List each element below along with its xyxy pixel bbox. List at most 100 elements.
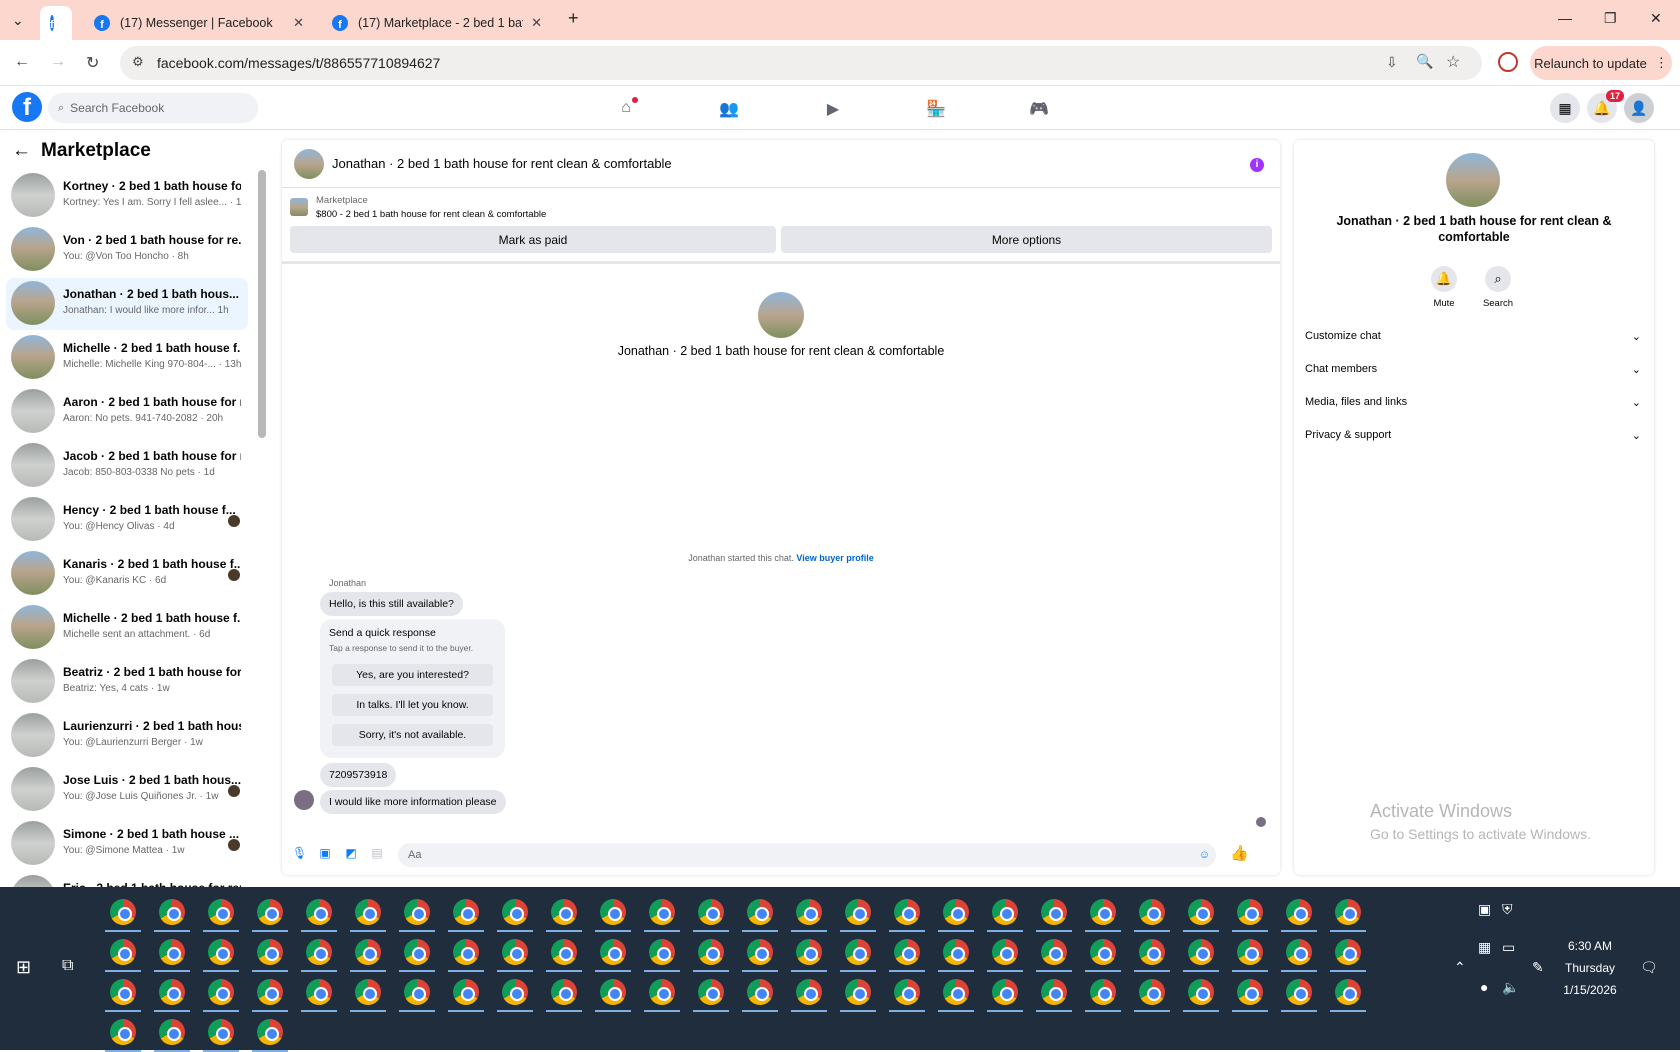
quick-response-option[interactable]: Sorry, it's not available. bbox=[332, 724, 493, 746]
window-close-icon[interactable]: ✕ bbox=[1650, 10, 1662, 27]
forward-icon[interactable]: → bbox=[50, 53, 66, 71]
chrome-taskbar-icon[interactable] bbox=[110, 979, 136, 1005]
chrome-taskbar-icon[interactable] bbox=[404, 939, 430, 965]
view-buyer-profile-link[interactable]: View buyer profile bbox=[796, 553, 873, 563]
tray-chevron-icon[interactable]: ⌃ bbox=[1454, 959, 1466, 976]
back-icon[interactable]: ← bbox=[14, 53, 30, 71]
conversation-item[interactable]: Beatriz · 2 bed 1 bath house for ... Beat… bbox=[6, 656, 248, 708]
chrome-taskbar-icon[interactable] bbox=[1335, 979, 1361, 1005]
conversation-item[interactable]: Michelle · 2 bed 1 bath house f... Michel… bbox=[6, 332, 248, 384]
chrome-taskbar-icon[interactable] bbox=[502, 939, 528, 965]
chrome-taskbar-icon[interactable] bbox=[894, 939, 920, 965]
chrome-taskbar-icon[interactable] bbox=[845, 979, 871, 1005]
site-info-icon[interactable]: ⚙ bbox=[132, 54, 144, 70]
chrome-taskbar-icon[interactable] bbox=[1090, 979, 1116, 1005]
chrome-taskbar-icon[interactable] bbox=[894, 899, 920, 925]
conversation-item[interactable]: Kortney · 2 bed 1 bath house fo... Kortne… bbox=[6, 170, 248, 222]
chrome-taskbar-icon[interactable] bbox=[110, 1019, 136, 1045]
clock-time[interactable]: 6:30 AM bbox=[1555, 939, 1625, 953]
conversation-item[interactable]: Kanaris · 2 bed 1 bath house f... You: @K… bbox=[6, 548, 248, 600]
home-icon[interactable]: ⌂ bbox=[616, 97, 638, 119]
chrome-taskbar-icon[interactable] bbox=[355, 979, 381, 1005]
install-icon[interactable]: ⇩ bbox=[1386, 54, 1398, 71]
chrome-taskbar-icon[interactable] bbox=[208, 1019, 234, 1045]
like-icon[interactable]: 👍 bbox=[1230, 844, 1249, 862]
tray-app-icon[interactable]: ▦ bbox=[1478, 939, 1491, 956]
chrome-taskbar-icon[interactable] bbox=[306, 939, 332, 965]
quick-response-option[interactable]: In talks. I'll let you know. bbox=[332, 694, 493, 716]
chrome-taskbar-icon[interactable] bbox=[1188, 939, 1214, 965]
photo-icon[interactable]: ▣ bbox=[318, 846, 332, 860]
chrome-taskbar-icon[interactable] bbox=[1335, 899, 1361, 925]
chrome-taskbar-icon[interactable] bbox=[355, 939, 381, 965]
chrome-taskbar-icon[interactable] bbox=[1041, 979, 1067, 1005]
friends-icon[interactable]: 👥 bbox=[719, 99, 739, 119]
chrome-taskbar-icon[interactable] bbox=[453, 899, 479, 925]
chrome-taskbar-icon[interactable] bbox=[992, 979, 1018, 1005]
account-avatar[interactable]: 👤 bbox=[1624, 93, 1654, 123]
customize-chat-section[interactable]: Customize chat ⌄ bbox=[1305, 330, 1641, 343]
chrome-taskbar-icon[interactable] bbox=[208, 899, 234, 925]
chrome-taskbar-icon[interactable] bbox=[796, 979, 822, 1005]
more-options-button[interactable]: More options bbox=[781, 226, 1272, 253]
chrome-taskbar-icon[interactable] bbox=[208, 939, 234, 965]
chrome-taskbar-icon[interactable] bbox=[453, 979, 479, 1005]
chrome-taskbar-icon[interactable] bbox=[1237, 979, 1263, 1005]
zoom-icon[interactable]: 🔍 bbox=[1416, 53, 1433, 70]
marketplace-icon[interactable]: 🏪 bbox=[926, 99, 946, 119]
chrome-taskbar-icon[interactable] bbox=[110, 899, 136, 925]
chrome-taskbar-icon[interactable] bbox=[159, 939, 185, 965]
chrome-taskbar-icon[interactable] bbox=[208, 979, 234, 1005]
privacy-support-section[interactable]: Privacy & support ⌄ bbox=[1305, 429, 1641, 442]
chrome-taskbar-icon[interactable] bbox=[159, 979, 185, 1005]
clock-day[interactable]: Thursday bbox=[1555, 961, 1625, 975]
chrome-taskbar-icon[interactable] bbox=[551, 899, 577, 925]
chrome-taskbar-icon[interactable] bbox=[1139, 939, 1165, 965]
profile-icon[interactable] bbox=[1498, 52, 1518, 72]
relaunch-button[interactable]: Relaunch to update ⋮ bbox=[1530, 46, 1672, 80]
tab-pinned-facebook[interactable]: f bbox=[40, 6, 72, 40]
chrome-taskbar-icon[interactable] bbox=[600, 979, 626, 1005]
reload-icon[interactable]: ↻ bbox=[86, 53, 99, 73]
chrome-taskbar-icon[interactable] bbox=[845, 899, 871, 925]
chrome-taskbar-icon[interactable] bbox=[404, 979, 430, 1005]
chrome-taskbar-icon[interactable] bbox=[649, 939, 675, 965]
quick-response-option[interactable]: Yes, are you interested? bbox=[332, 664, 493, 686]
chat-avatar[interactable] bbox=[294, 148, 324, 179]
chrome-taskbar-icon[interactable] bbox=[1090, 939, 1116, 965]
back-arrow-icon[interactable]: ← bbox=[12, 140, 31, 161]
conversation-item[interactable]: Eric · 2 bed 1 bath house for ren... bbox=[6, 872, 248, 887]
chrome-taskbar-icon[interactable] bbox=[796, 899, 822, 925]
pen-icon[interactable]: ✎ bbox=[1532, 959, 1544, 976]
chrome-taskbar-icon[interactable] bbox=[1139, 899, 1165, 925]
minimize-icon[interactable]: — bbox=[1558, 10, 1572, 26]
sticker-icon[interactable]: ◩ bbox=[344, 846, 358, 860]
mute-button[interactable]: 🔔 Mute bbox=[1414, 266, 1474, 309]
chrome-taskbar-icon[interactable] bbox=[257, 1019, 283, 1045]
mark-as-paid-button[interactable]: Mark as paid bbox=[290, 226, 776, 253]
conversation-item[interactable]: Simone · 2 bed 1 bath house ... You: @Sim… bbox=[6, 818, 248, 870]
network-icon[interactable]: ▭ bbox=[1502, 939, 1515, 956]
tray-record-icon[interactable]: ● bbox=[1480, 979, 1488, 995]
message-input[interactable]: Aa ☺ bbox=[398, 843, 1216, 867]
chrome-taskbar-icon[interactable] bbox=[306, 899, 332, 925]
notification-center-icon[interactable]: 🗨 bbox=[1640, 959, 1658, 976]
chat-members-section[interactable]: Chat members ⌄ bbox=[1305, 363, 1641, 376]
chat-title[interactable]: Jonathan · 2 bed 1 bath house for rent c… bbox=[332, 156, 672, 171]
chrome-taskbar-icon[interactable] bbox=[355, 899, 381, 925]
bookmark-star-icon[interactable]: ☆ bbox=[1446, 52, 1460, 72]
chrome-taskbar-icon[interactable] bbox=[453, 939, 479, 965]
conversation-item[interactable]: Jonathan · 2 bed 1 bath hous... Jonathan:… bbox=[6, 278, 248, 330]
chrome-taskbar-icon[interactable] bbox=[404, 899, 430, 925]
chrome-taskbar-icon[interactable] bbox=[698, 979, 724, 1005]
chrome-taskbar-icon[interactable] bbox=[1090, 899, 1116, 925]
chrome-taskbar-icon[interactable] bbox=[551, 979, 577, 1005]
menu-grid-icon[interactable]: ▦ bbox=[1550, 93, 1580, 123]
chrome-taskbar-icon[interactable] bbox=[943, 979, 969, 1005]
facebook-logo-icon[interactable]: f bbox=[12, 92, 42, 122]
conversation-item[interactable]: Aaron · 2 bed 1 bath house for r... Aaron… bbox=[6, 386, 248, 438]
chrome-taskbar-icon[interactable] bbox=[502, 899, 528, 925]
chrome-taskbar-icon[interactable] bbox=[306, 979, 332, 1005]
chrome-taskbar-icon[interactable] bbox=[257, 939, 283, 965]
chrome-taskbar-icon[interactable] bbox=[257, 979, 283, 1005]
